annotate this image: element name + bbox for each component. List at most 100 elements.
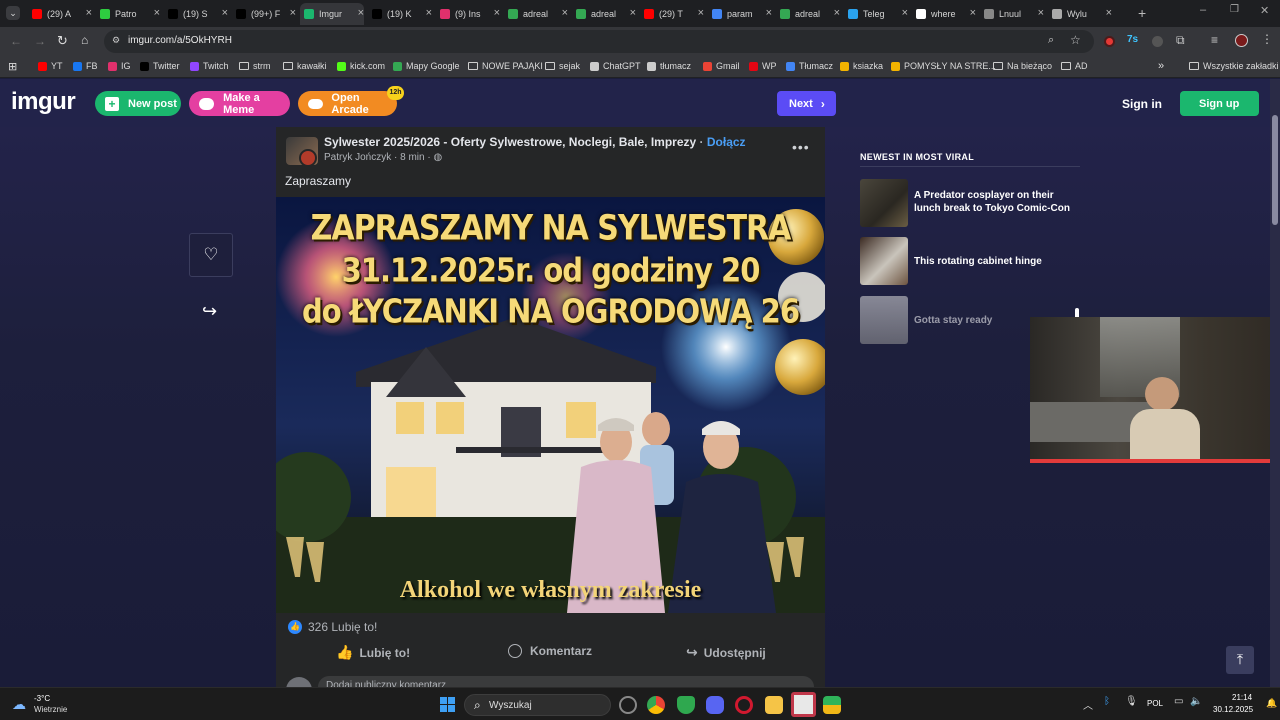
tab-close-icon[interactable]: ×	[358, 7, 364, 19]
browser-tab[interactable]: (99+) F ×	[232, 3, 296, 25]
apps-grid-icon[interactable]: ⊞	[8, 60, 17, 73]
favorite-button[interactable]: ♡	[189, 233, 233, 277]
extension-gray-icon[interactable]	[1152, 36, 1163, 47]
post-options-icon[interactable]: •••	[792, 139, 810, 155]
make-meme-button[interactable]: Make a Meme	[189, 91, 290, 116]
sign-in-link[interactable]: Sign in	[1122, 97, 1162, 111]
browser-tab[interactable]: where ×	[912, 3, 976, 25]
bookmark-item[interactable]: Twitter	[140, 61, 180, 71]
site-info-icon[interactable]: ⚙	[112, 35, 120, 46]
discord-icon[interactable]	[706, 696, 724, 714]
reload-icon[interactable]: ↻	[57, 33, 68, 49]
start-button[interactable]	[440, 697, 455, 712]
active-app-icon[interactable]	[791, 692, 816, 717]
tab-close-icon[interactable]: ×	[290, 7, 296, 19]
bookmark-item[interactable]: WP	[749, 61, 777, 71]
opera-icon[interactable]	[735, 696, 753, 714]
address-bar[interactable]: ⚙ imgur.com/a/5OkHYRH ⌕ ☆	[104, 30, 1094, 53]
taskbar-search[interactable]: ⌕ Wyszukaj	[464, 694, 611, 716]
browser-tab[interactable]: adreal ×	[504, 3, 568, 25]
author-name[interactable]: Patryk Jończyk	[324, 152, 391, 163]
tab-close-icon[interactable]: ×	[630, 7, 636, 19]
group-name[interactable]: Sylwester 2025/2026 - Oferty Sylwestrowe…	[324, 135, 696, 149]
tab-close-icon[interactable]: ×	[562, 7, 568, 19]
browser-tab[interactable]: param ×	[708, 3, 772, 25]
bluetooth-icon[interactable]: ᛒ	[1104, 696, 1110, 707]
volume-icon[interactable]: 🔈	[1190, 696, 1202, 707]
profile-avatar[interactable]	[1235, 34, 1248, 47]
bookmark-item[interactable]: IG	[108, 61, 131, 71]
tab-close-icon[interactable]: ×	[970, 7, 976, 19]
task-view-icon[interactable]	[619, 696, 637, 714]
microphone-icon[interactable]: 🎙	[1125, 696, 1138, 707]
bookmark-item[interactable]: FB	[73, 61, 98, 71]
browser-tab[interactable]: Wylu ×	[1048, 3, 1112, 25]
new-post-button[interactable]: + New post	[95, 91, 181, 116]
tab-close-icon[interactable]: ×	[154, 7, 160, 19]
bookmark-item[interactable]: Mapy Google	[393, 61, 460, 71]
bookmark-item[interactable]: YT	[38, 61, 63, 71]
app-stack-icon[interactable]	[823, 696, 841, 714]
tab-close-icon[interactable]: ×	[1106, 7, 1112, 19]
like-action-button[interactable]: 👍 Lubię to!	[336, 644, 410, 661]
bookmark-item[interactable]: Na bieżąco	[993, 61, 1052, 71]
reactions-summary[interactable]: 👍 326 Lubię to!	[288, 620, 377, 634]
browser-tab[interactable]: (19) K ×	[368, 3, 432, 25]
sidebar-item-predator[interactable]: A Predator cosplayer on their lunch brea…	[860, 179, 1080, 227]
browser-tab[interactable]: Teleg ×	[844, 3, 908, 25]
tab-close-icon[interactable]: ×	[222, 7, 228, 19]
bookmark-item[interactable]: kick.com	[337, 61, 385, 71]
back-icon[interactable]: ←	[10, 34, 22, 48]
sign-up-button[interactable]: Sign up	[1180, 91, 1259, 116]
tab-close-icon[interactable]: ×	[698, 7, 704, 19]
notification-bell-icon[interactable]: 🔔	[1266, 698, 1277, 709]
join-link[interactable]: Dołącz	[707, 135, 746, 149]
browser-tab[interactable]: (9) Ins ×	[436, 3, 500, 25]
minimize-button[interactable]: –	[1200, 4, 1206, 16]
bookmark-item[interactable]: ChatGPT	[590, 61, 641, 71]
bookmark-item[interactable]: strm	[239, 61, 271, 71]
tray-overflow-icon[interactable]: ︿	[1083, 697, 1093, 712]
scrollbar-thumb[interactable]	[1272, 115, 1278, 225]
clock-time[interactable]: 21:14	[1232, 693, 1252, 702]
browser-tab[interactable]: Imgur ×	[300, 3, 364, 25]
share-arrow-button[interactable]: ↪	[202, 301, 217, 322]
bookmark-item[interactable]: kawałki	[283, 61, 327, 71]
home-icon[interactable]: ⌂	[81, 33, 88, 47]
tab-close-icon[interactable]: ×	[494, 7, 500, 19]
browser-tab[interactable]: (19) S ×	[164, 3, 228, 25]
open-arcade-button[interactable]: Open Arcade	[298, 91, 397, 116]
browser-tab[interactable]: (29) T ×	[640, 3, 704, 25]
all-bookmarks-folder[interactable]: Wszystkie zakładki	[1189, 61, 1279, 71]
clock-date[interactable]: 30.12.2025	[1213, 705, 1253, 714]
weather-icon[interactable]: ☁	[12, 696, 26, 713]
browser-tab[interactable]: adreal ×	[572, 3, 636, 25]
reading-list-icon[interactable]: ≡	[1211, 33, 1218, 47]
file-explorer-icon[interactable]	[765, 696, 783, 714]
maximize-button[interactable]: ❐	[1230, 4, 1239, 15]
tab-close-icon[interactable]: ×	[426, 7, 432, 19]
shield-app-icon[interactable]	[677, 696, 695, 714]
extensions-puzzle-icon[interactable]: ⧉	[1176, 33, 1185, 48]
new-tab-button[interactable]: +	[1138, 5, 1146, 21]
page-scrollbar[interactable]	[1270, 79, 1280, 687]
tab-close-icon[interactable]: ×	[902, 7, 908, 19]
network-icon[interactable]: ▭	[1174, 696, 1183, 707]
browser-tab[interactable]: Lnuul ×	[980, 3, 1044, 25]
tab-close-icon[interactable]: ×	[86, 7, 92, 19]
share-action-button[interactable]: ↪ Udostępnij	[686, 644, 766, 661]
more-bookmarks-icon[interactable]: »	[1158, 60, 1164, 72]
bookmark-item[interactable]: Twitch	[190, 61, 229, 71]
bookmark-item[interactable]: Tłumacz	[786, 61, 833, 71]
next-button[interactable]: Next ›	[777, 91, 836, 116]
extension-icon[interactable]: 7s	[1127, 34, 1138, 45]
browser-tab[interactable]: adreal ×	[776, 3, 840, 25]
comment-action-button[interactable]: Komentarz	[508, 644, 592, 658]
bookmark-item[interactable]: ksiazka	[840, 61, 883, 71]
tab-list-button[interactable]: ⌄	[6, 6, 20, 20]
bookmark-item[interactable]: POMYSŁY NA STRE...	[891, 61, 996, 71]
bookmark-item[interactable]: sejak	[545, 61, 580, 71]
menu-kebab-icon[interactable]: ⋮	[1261, 32, 1273, 46]
sidebar-item-hinge[interactable]: This rotating cabinet hinge	[860, 237, 1080, 285]
browser-tab[interactable]: (29) A ×	[28, 3, 92, 25]
